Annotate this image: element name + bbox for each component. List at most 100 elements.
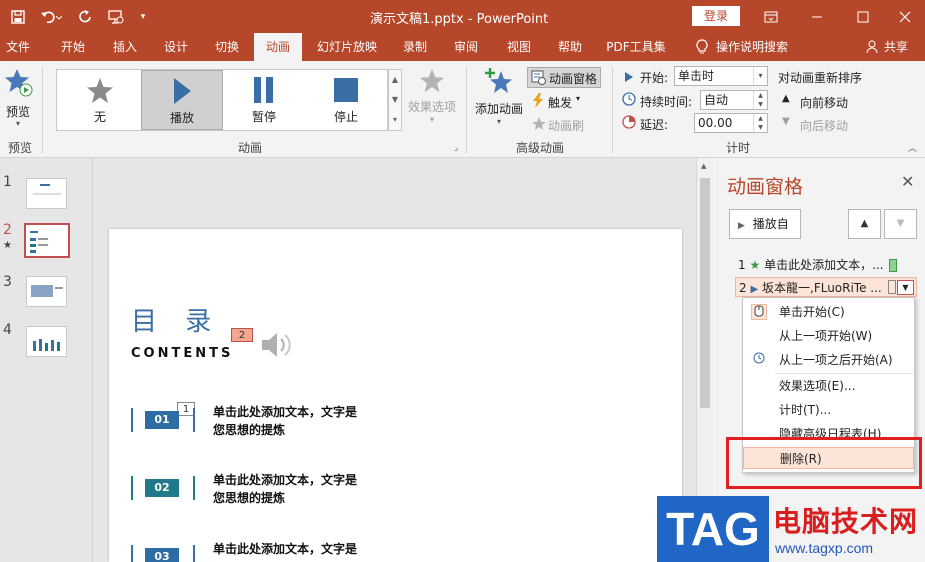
chevron-down-icon: ▾ bbox=[753, 67, 767, 85]
animation-stop[interactable]: 停止 bbox=[305, 70, 387, 130]
move-earlier-button[interactable]: ▲ 向前移动 bbox=[782, 92, 862, 110]
tell-me-search[interactable]: 操作说明搜索 bbox=[716, 33, 802, 61]
timeline-bar bbox=[889, 259, 897, 272]
slide-subtitle[interactable]: CONTENTS bbox=[131, 346, 233, 361]
slide-thumbnail-4[interactable] bbox=[26, 326, 67, 357]
delay-clock-icon bbox=[622, 115, 636, 132]
clock-icon bbox=[751, 352, 767, 368]
animation-painter-button[interactable]: 动画刷 bbox=[532, 115, 592, 135]
slide-thumbnail-1[interactable] bbox=[26, 178, 67, 209]
lightning-icon bbox=[532, 93, 544, 111]
dialog-launcher-icon[interactable]: ⌟ bbox=[454, 143, 458, 153]
window-title: 演示文稿1.pptx - PowerPoint bbox=[370, 12, 549, 27]
menu-item-after-previous[interactable]: 从上一项之后开始(A) bbox=[743, 349, 914, 371]
gallery-up-icon[interactable]: ▲ bbox=[389, 70, 401, 90]
menu-item-timing[interactable]: 计时(T)... bbox=[743, 399, 914, 421]
redo-icon[interactable] bbox=[74, 0, 98, 33]
tab-pdf-tools[interactable]: PDF工具集 bbox=[600, 33, 672, 61]
animation-list-item-selected[interactable]: 2 ▶ 坂本龍一,FLuoRiTe ... ▼ bbox=[735, 277, 917, 297]
animation-play[interactable]: 播放 bbox=[141, 70, 223, 130]
lightbulb-icon bbox=[692, 33, 712, 61]
painter-icon bbox=[532, 117, 546, 133]
slide-title[interactable]: 目 录 bbox=[131, 301, 221, 338]
ribbon-animations: 预览 ▾ 预览 无 播放 暂停 停止 ▲ ▼ ▾ 效果选项 ▾ 动画 ⌟ 添加动… bbox=[0, 61, 925, 158]
gallery-down-icon[interactable]: ▼ bbox=[389, 90, 401, 110]
login-button[interactable]: 登录 bbox=[692, 6, 740, 26]
animation-pause[interactable]: 暂停 bbox=[223, 70, 305, 130]
list-item-text[interactable]: 单击此处添加文本，文字是 您思想的提炼 bbox=[213, 403, 357, 439]
menu-item-effect-options[interactable]: 效果选项(E)... bbox=[743, 375, 914, 397]
maximize-icon[interactable] bbox=[840, 0, 886, 33]
effect-options-button[interactable]: 效果选项 ▾ bbox=[406, 67, 458, 137]
animation-list-item[interactable]: 1 ★ 单击此处添加文本，... bbox=[735, 255, 917, 275]
list-item-marker: 03 bbox=[131, 545, 201, 562]
tab-file[interactable]: 文件 bbox=[0, 33, 36, 61]
clock-icon bbox=[622, 92, 636, 109]
animation-pane-icon bbox=[531, 70, 547, 88]
highlight-annotation-box bbox=[726, 437, 922, 489]
item-dropdown-icon[interactable]: ▼ bbox=[897, 280, 914, 295]
menu-item-with-previous[interactable]: 从上一项开始(W) bbox=[743, 325, 914, 347]
watermark-url: www.tagxp.com bbox=[775, 540, 874, 556]
animation-pane-title: 动画窗格 bbox=[727, 176, 804, 198]
share-person-icon[interactable] bbox=[864, 33, 880, 61]
collapse-ribbon-icon[interactable]: ︿ bbox=[908, 141, 917, 154]
animation-pane-button[interactable]: 动画窗格 bbox=[527, 67, 601, 88]
ribbon-display-options-icon[interactable] bbox=[748, 0, 794, 33]
move-down-button[interactable]: ▼ bbox=[884, 209, 917, 239]
speaker-icon[interactable] bbox=[259, 329, 297, 364]
add-animation-button[interactable]: 添加动画 ▾ bbox=[474, 67, 524, 137]
timeline-bar bbox=[888, 280, 896, 294]
undo-icon[interactable] bbox=[36, 0, 66, 33]
slide-thumbnail-3[interactable] bbox=[26, 276, 67, 307]
animation-none[interactable]: 无 bbox=[59, 70, 141, 130]
play-from-button[interactable]: ▶ 播放自 bbox=[729, 209, 801, 239]
animation-star-icon: ★ bbox=[3, 240, 12, 251]
tab-transitions[interactable]: 切换 bbox=[206, 33, 248, 61]
tab-design[interactable]: 设计 bbox=[155, 33, 197, 61]
slide-thumbnail-2[interactable] bbox=[24, 223, 70, 258]
preview-button[interactable]: 预览 ▾ bbox=[4, 67, 36, 131]
close-icon[interactable] bbox=[882, 0, 925, 33]
scroll-up-icon[interactable]: ▲ bbox=[701, 162, 706, 170]
watermark-site-name: 电脑技术网 bbox=[773, 505, 919, 538]
trigger-button[interactable]: 触发 ▾ bbox=[532, 92, 592, 112]
slide-thumbnail-pane: 1 2 ★ 3 4 bbox=[0, 158, 93, 562]
animation-gallery: 无 播放 暂停 停止 bbox=[56, 69, 388, 131]
minimize-icon[interactable] bbox=[794, 0, 840, 33]
duration-spinner[interactable]: 自动 ▲ ▼ bbox=[700, 90, 768, 110]
tab-record[interactable]: 录制 bbox=[394, 33, 436, 61]
save-icon[interactable] bbox=[6, 0, 30, 33]
start-from-beginning-icon[interactable] bbox=[104, 0, 128, 33]
tab-view[interactable]: 视图 bbox=[498, 33, 540, 61]
tab-home[interactable]: 开始 bbox=[50, 33, 96, 61]
advanced-group-label: 高级动画 bbox=[515, 141, 564, 155]
entrance-star-icon: ★ bbox=[749, 258, 761, 272]
list-item-text[interactable]: 单击此处添加文本，文字是 您思想的提炼 bbox=[213, 471, 357, 507]
list-item-marker: 01 bbox=[131, 408, 201, 432]
watermark: TAG 电脑技术网 www.tagxp.com bbox=[657, 496, 925, 562]
up-arrow-icon: ▲ bbox=[782, 93, 790, 104]
tab-help[interactable]: 帮助 bbox=[549, 33, 591, 61]
list-item-text[interactable]: 单击此处添加文本，文字是 bbox=[213, 540, 357, 558]
gallery-scroll[interactable]: ▲ ▼ ▾ bbox=[388, 69, 402, 131]
start-dropdown[interactable]: 单击时 ▾ bbox=[674, 66, 768, 86]
close-pane-icon[interactable]: ✕ bbox=[901, 172, 914, 191]
tab-review[interactable]: 审阅 bbox=[445, 33, 487, 61]
current-slide: 目 录 CONTENTS 2 1 01 单击此处添加文本，文字是 您思想的提炼 … bbox=[109, 229, 682, 562]
tab-animations[interactable]: 动画 bbox=[254, 33, 302, 61]
menu-item-start-on-click[interactable]: 单击开始(C) bbox=[743, 301, 914, 323]
scroll-thumb[interactable] bbox=[700, 178, 710, 408]
tab-slideshow[interactable]: 幻灯片放映 bbox=[312, 33, 382, 61]
timing-group-label: 计时 bbox=[725, 141, 750, 155]
move-later-button[interactable]: ▼ 向后移动 bbox=[782, 115, 862, 133]
down-arrow-icon: ▼ bbox=[782, 116, 790, 127]
customize-toolbar-icon[interactable]: ▾ bbox=[134, 0, 152, 33]
share-button[interactable]: 共享 bbox=[880, 33, 912, 61]
tab-insert[interactable]: 插入 bbox=[104, 33, 146, 61]
animation-order-tag[interactable]: 2 bbox=[231, 328, 253, 342]
delay-spinner[interactable]: 00.00 ▲ ▼ bbox=[694, 113, 768, 133]
gallery-more-icon[interactable]: ▾ bbox=[389, 110, 401, 130]
move-up-button[interactable]: ▲ bbox=[848, 209, 881, 239]
start-triangle-icon bbox=[624, 71, 634, 85]
